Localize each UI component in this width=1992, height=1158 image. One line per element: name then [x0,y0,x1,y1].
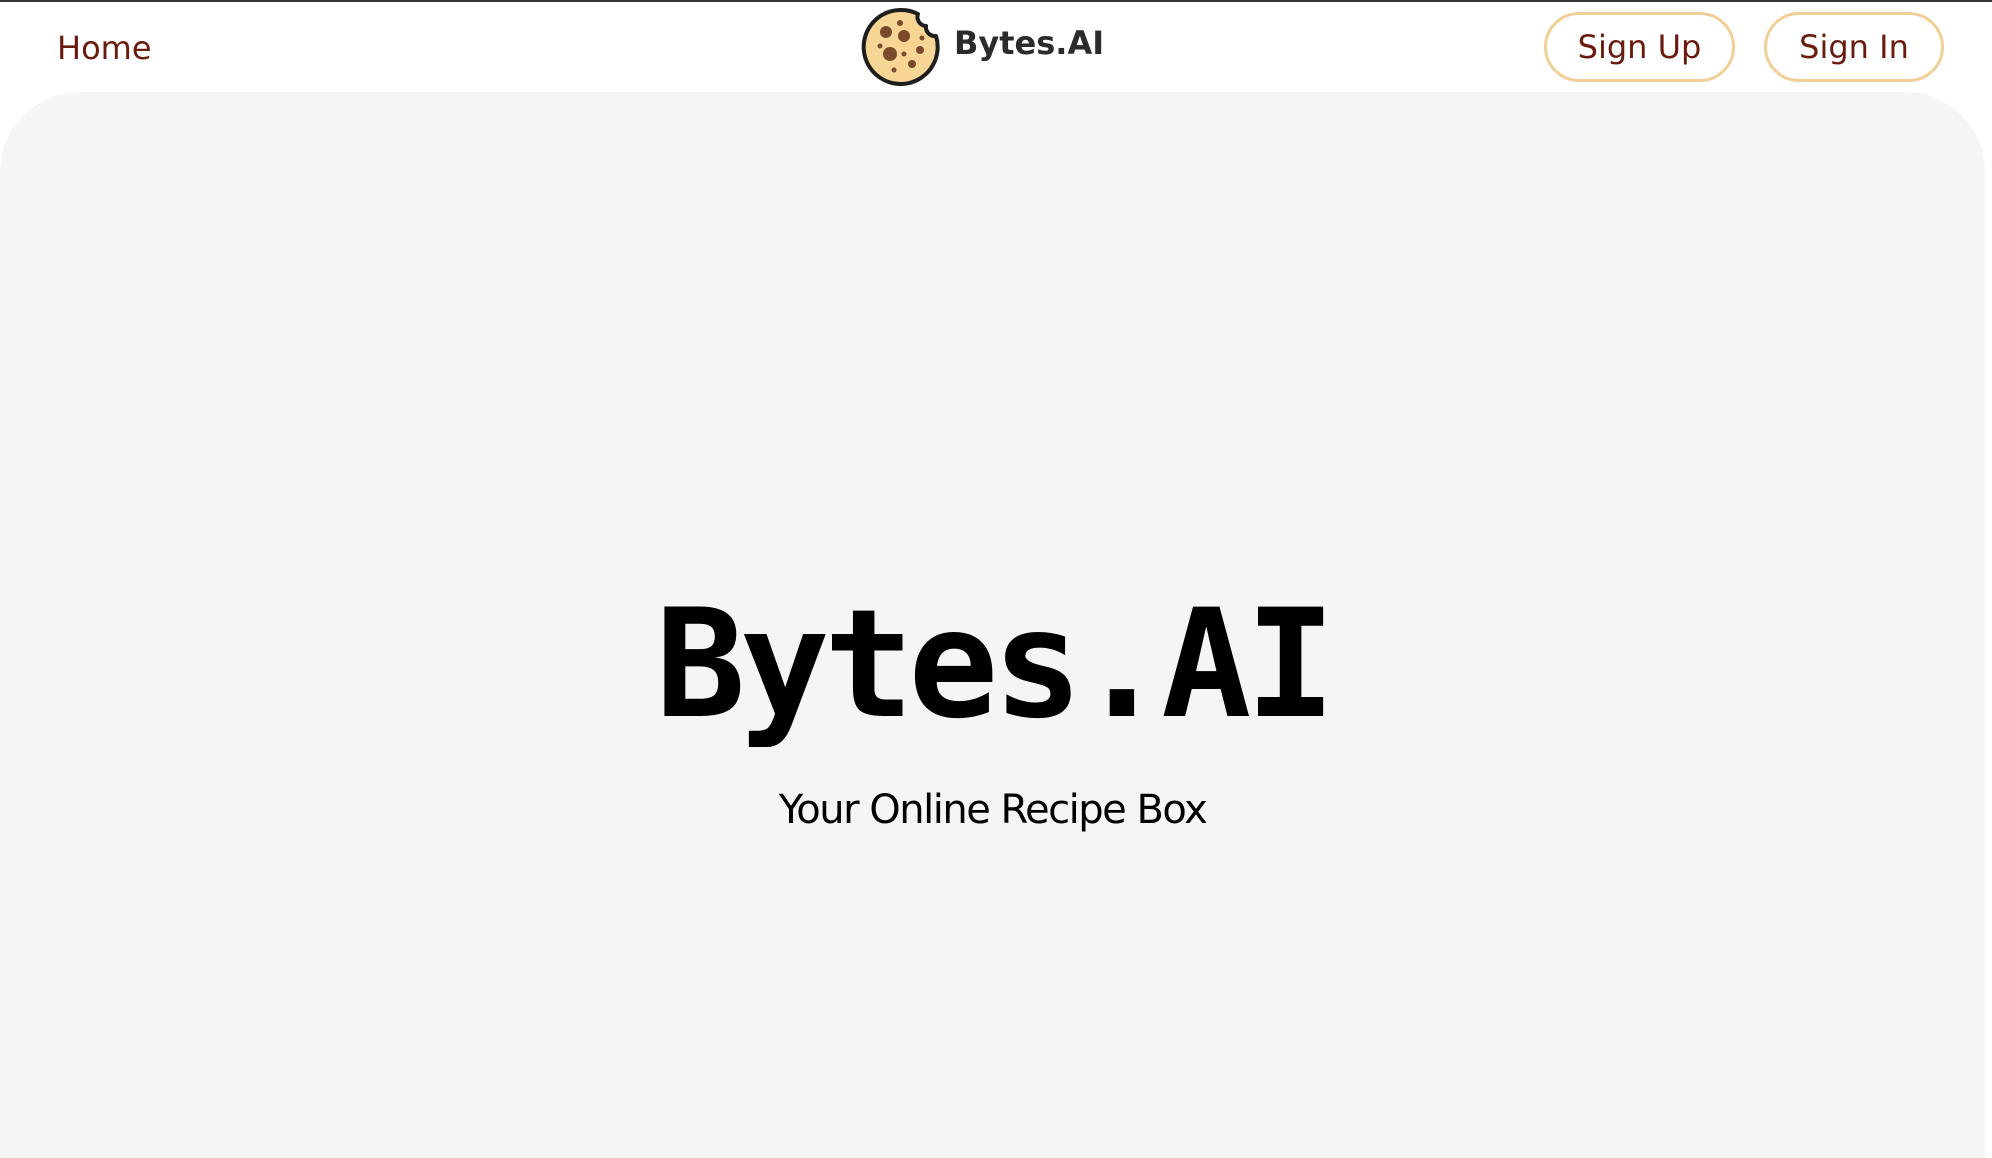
hero-title: Bytes.AI [655,578,1335,752]
sign-in-button[interactable]: Sign In [1764,12,1944,82]
hero-subtitle: Your Online Recipe Box [778,787,1208,833]
cookie-icon [861,7,940,86]
sign-up-button[interactable]: Sign Up [1544,12,1735,82]
hero-section: Bytes.AI Your Online Recipe Box [0,92,1985,1158]
brand-logo[interactable]: Bytes.AI [860,6,1104,88]
brand-name: Bytes.AI [954,24,1105,62]
nav-home-link[interactable]: Home [57,26,152,70]
navbar: Home Bytes.AI Sign Up Sign In [0,2,1992,92]
